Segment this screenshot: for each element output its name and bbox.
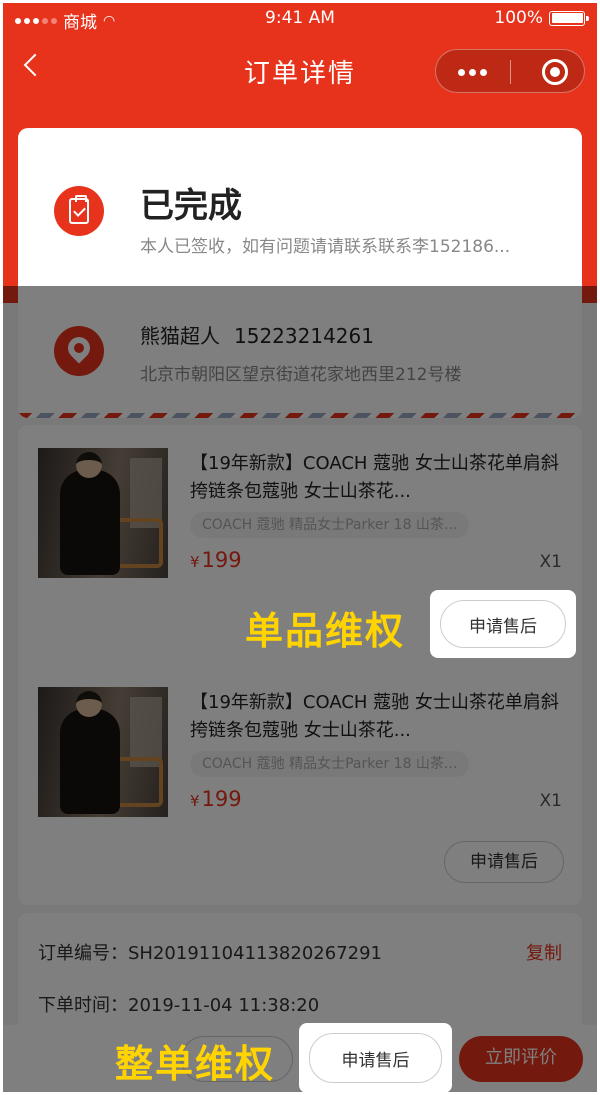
copy-button[interactable]: 复制: [526, 939, 562, 965]
single-item-rights-callout: 单品维权: [245, 609, 406, 653]
order-item[interactable]: 【19年新款】COACH 蔻驰 女士山茶花单肩斜挎链条包蔻驰 女士山茶花... …: [18, 448, 582, 588]
order-number-row: 订单编号：SH20191104113820267291: [38, 939, 382, 965]
item-after-sale-button[interactable]: 申请售后: [444, 841, 564, 883]
highlighted-order-after-sale-button[interactable]: 申请售后: [309, 1033, 442, 1083]
currency-symbol: ¥: [190, 792, 200, 810]
location-pin-icon: [54, 326, 104, 376]
whole-order-rights-callout: 整单维权: [115, 1042, 276, 1086]
review-button[interactable]: 立即评价: [459, 1036, 583, 1082]
address-detail: 北京市朝阳区望京街道花家地西里212号楼: [140, 365, 462, 385]
order-item[interactable]: 【19年新款】COACH 蔻驰 女士山茶花单肩斜挎链条包蔻驰 女士山茶花... …: [18, 687, 582, 827]
order-number: SH20191104113820267291: [128, 943, 383, 964]
order-status-description: 本人已签收，如有问题请请联系联系李152186...: [140, 237, 511, 257]
price-value: 199: [201, 548, 242, 572]
battery-percent: 100%: [494, 8, 543, 28]
order-time: 2019-11-04 11:38:20: [128, 995, 320, 1016]
status-bar: 商城 ◠ 9:41 AM 100%: [3, 3, 597, 33]
product-image: [38, 687, 168, 817]
product-sku: COACH 蔻驰 精品女士Parker 18 山茶...: [190, 512, 470, 538]
capsule-divider: [510, 60, 511, 84]
goods-card: 【19年新款】COACH 蔻驰 女士山茶花单肩斜挎链条包蔻驰 女士山茶花... …: [18, 425, 582, 905]
product-price: ¥199: [190, 548, 242, 572]
recipient-name: 熊猫超人: [140, 324, 220, 348]
price-value: 199: [201, 787, 242, 811]
navigation-bar: 订单详情: [3, 41, 597, 101]
mini-program-capsule: [435, 49, 585, 93]
highlighted-item-after-sale-button[interactable]: 申请售后: [440, 600, 566, 648]
order-time-label: 下单时间：: [38, 995, 128, 1016]
recipient-phone: 15223214261: [234, 324, 374, 348]
order-after-sale-highlight: 申请售后: [299, 1023, 452, 1092]
battery-icon: [549, 10, 589, 26]
order-time-row: 下单时间：2019-11-04 11:38:20: [38, 991, 319, 1017]
item-after-sale-highlight: 申请售后: [430, 590, 576, 658]
currency-symbol: ¥: [190, 553, 200, 571]
product-title: 【19年新款】COACH 蔻驰 女士山茶花单肩斜挎链条包蔻驰 女士山茶花...: [190, 453, 559, 502]
order-status-title: 已完成: [140, 186, 242, 226]
product-quantity: X1: [539, 791, 562, 811]
order-number-label: 订单编号：: [38, 943, 128, 964]
order-status-card: 已完成 本人已签收，如有问题请请联系联系李152186... 熊猫超人 15223…: [18, 128, 582, 418]
product-quantity: X1: [539, 552, 562, 572]
product-image: [38, 448, 168, 578]
close-miniapp-icon[interactable]: [542, 59, 568, 85]
more-icon[interactable]: [458, 69, 487, 76]
product-price: ¥199: [190, 787, 242, 811]
phone-screen: 商城 ◠ 9:41 AM 100% 订单详情 已完成 本人已签收，如有问题请请联…: [3, 3, 597, 1092]
product-sku: COACH 蔻驰 精品女士Parker 18 山茶...: [190, 751, 470, 777]
product-title: 【19年新款】COACH 蔻驰 女士山茶花单肩斜挎链条包蔻驰 女士山茶花...: [190, 692, 559, 741]
envelope-stripe: [18, 413, 582, 418]
battery-group: 100%: [494, 8, 589, 28]
clipboard-check-icon: [54, 186, 104, 236]
recipient: 熊猫超人 15223214261: [140, 320, 374, 349]
order-info-card: 订单编号：SH20191104113820267291 复制 下单时间：2019…: [18, 913, 582, 1043]
